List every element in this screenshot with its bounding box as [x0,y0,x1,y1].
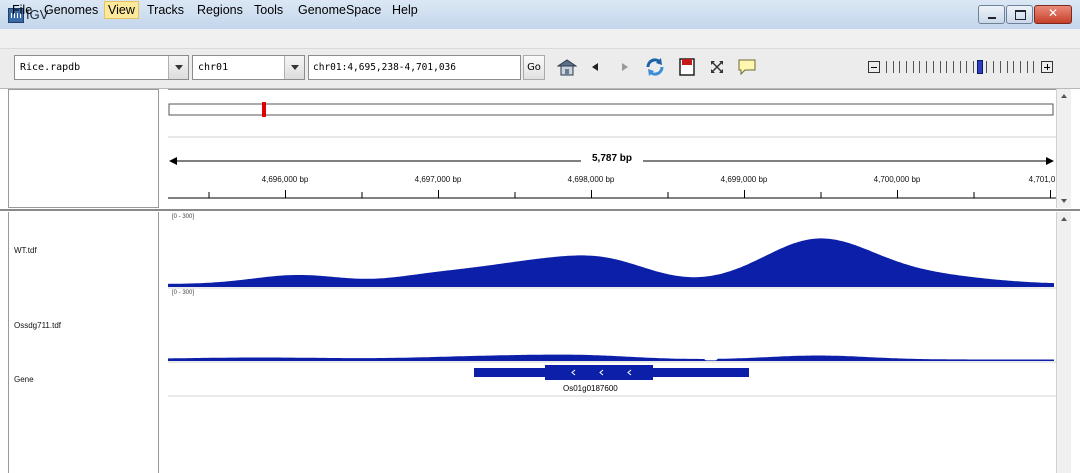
chromosome-ideogram[interactable] [168,103,1054,116]
zoom-tick[interactable] [939,61,941,73]
zoom-tick[interactable] [1026,61,1028,73]
current-region-marker [262,102,266,117]
zoom-tick[interactable] [973,61,975,73]
zoom-tick[interactable] [926,61,928,73]
zoom-tick[interactable] [946,61,948,73]
zoom-tick[interactable] [986,61,988,73]
tick-label: 4,698,000 bp [567,175,615,184]
forward-icon[interactable] [614,55,636,79]
zoom-out-button[interactable] [868,61,880,73]
zoom-tick[interactable] [1033,61,1035,73]
track-name-ossdg711[interactable]: Ossdg711.tdf [14,321,61,330]
popup-text-icon[interactable] [736,55,758,79]
zoom-tick[interactable] [1013,61,1015,73]
zoom-tick[interactable] [993,61,995,73]
track-name-wt[interactable]: WT.tdf [14,246,37,255]
chevron-down-icon [168,56,188,79]
zoom-slider[interactable] [884,60,1038,74]
home-icon[interactable] [556,55,578,79]
zoom-tick[interactable] [966,61,968,73]
zoom-tick[interactable] [959,61,961,73]
menu-genomespace[interactable]: GenomeSpace [295,2,384,18]
zoom-tick[interactable] [919,61,921,73]
zoom-tick[interactable] [886,61,887,73]
gene-label: Os01g0187600 [563,384,618,393]
zoom-tick[interactable] [952,61,954,73]
zoom-tick[interactable] [912,61,914,73]
wt-coverage-track[interactable] [168,238,1054,287]
menu-tracks[interactable]: Tracks [144,2,187,18]
data-panel[interactable]: [0 - 300] [0 - 300] Os01g0187600 [168,212,1056,473]
menu-bar [0,29,1080,48]
menu-view[interactable]: View [104,1,139,19]
wt-data-range: [0 - 300] [172,214,195,220]
ruler-scrollbar[interactable] [1056,89,1071,208]
zoom-slider-knob[interactable] [976,60,983,74]
resize-icon[interactable] [706,55,728,79]
genome-value: Rice.rapdb [20,62,81,73]
panel-divider[interactable] [0,209,1080,211]
minimize-button[interactable] [978,5,1005,24]
zoom-in-button[interactable] [1041,61,1053,73]
ruler-name-panel [8,89,159,208]
genome-dropdown[interactable]: Rice.rapdb [14,55,189,80]
ossdg711-coverage-track[interactable] [168,354,1054,361]
span-label: 5,787 bp [591,153,633,164]
chromosome-value: chr01 [198,62,229,73]
zoom-tick[interactable] [1006,61,1008,73]
locus-input[interactable]: chr01:4,695,238-4,701,036 [308,55,521,80]
chromosome-dropdown[interactable]: chr01 [192,55,305,80]
tick-label: 4,699,000 bp [720,175,768,184]
close-button[interactable] [1034,5,1072,24]
tick-label: 4,696,000 bp [261,175,309,184]
zoom-tick[interactable] [892,61,894,73]
zoom-tick[interactable] [932,61,934,73]
gene-feature-os01g0187600[interactable] [474,365,749,380]
ruler-panel[interactable]: 5,787 bp 4,696,000 bp 4,697,000 bp 4,698… [168,89,1056,209]
track-name-gene[interactable]: Gene [14,375,34,384]
menu-genomes[interactable]: Genomes [41,2,101,18]
maximize-button[interactable] [1006,5,1033,24]
chevron-down-icon [284,56,304,79]
menu-regions[interactable]: Regions [194,2,246,18]
region-of-interest-icon[interactable] [676,55,698,79]
data-scrollbar[interactable] [1056,212,1071,473]
back-icon[interactable] [584,55,606,79]
refresh-icon[interactable] [644,55,666,79]
zoom-tick[interactable] [906,61,908,73]
zoom-tick[interactable] [1019,61,1021,73]
tick-label: 4,701,0 [1028,175,1056,184]
tick-label: 4,697,000 bp [414,175,462,184]
menu-tools[interactable]: Tools [251,2,286,18]
tick-label: 4,700,000 bp [873,175,921,184]
menu-help[interactable]: Help [389,2,421,18]
menu-file[interactable]: File [9,2,35,18]
zoom-tick[interactable] [999,61,1001,73]
zoom-tick[interactable] [899,61,901,73]
go-button[interactable]: Go [523,55,545,80]
ossdg711-data-range: [0 - 300] [172,290,195,296]
